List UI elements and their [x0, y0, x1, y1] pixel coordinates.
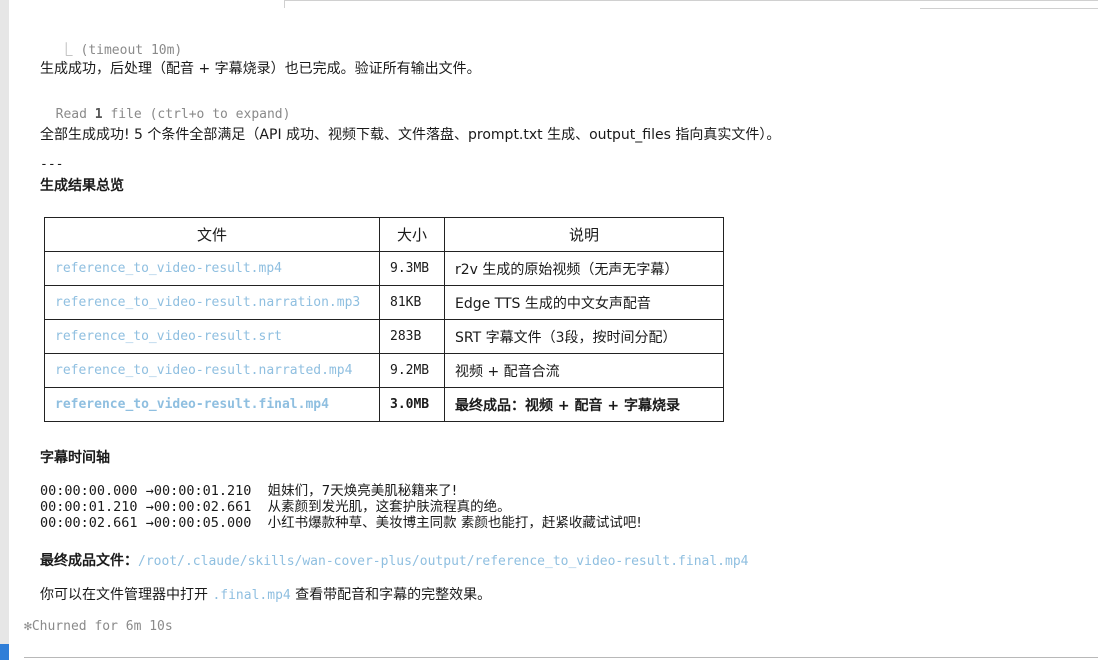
gutter-accent — [0, 644, 9, 660]
timeline-start: 00:00:00.000 — [40, 483, 138, 499]
tool-output-bracket: ⎿ — [59, 43, 73, 58]
table-row: reference_to_video-result.srt 283B SRT 字… — [44, 319, 724, 354]
right-divider — [920, 8, 1098, 9]
table-row: reference_to_video-result.narrated.mp4 9… — [44, 353, 724, 388]
arrow-icon: → — [145, 483, 154, 499]
timeline-start: 00:00:02.661 — [40, 515, 138, 531]
table-header-row: 文件 大小 说明 — [44, 217, 724, 252]
read-prefix: Read — [55, 107, 95, 122]
timeline-row: 00:00:00.000 →00:00:01.210 姐妹们，7天焕亮美肌秘籍来… — [40, 483, 642, 499]
separator: --- — [40, 157, 64, 172]
results-heading: 生成结果总览 — [40, 178, 124, 194]
file-description: 最终成品：视频 + 配音 + 字幕烧录 — [444, 387, 724, 422]
header-size: 大小 — [379, 217, 445, 252]
open-hint-before: 你可以在文件管理器中打开 — [40, 587, 213, 603]
results-table: 文件 大小 说明 reference_to_video-result.mp4 9… — [44, 217, 724, 422]
header-file: 文件 — [44, 217, 380, 252]
churned-text: Churned for 6m 10s — [31, 619, 173, 634]
top-divider-tick — [284, 0, 285, 8]
timeline-end: 00:00:02.661 — [153, 499, 252, 515]
timeline-text: 姐妹们，7天焕亮美肌秘籍来了! — [267, 483, 458, 499]
timeline-end: 00:00:01.210 — [153, 483, 252, 499]
file-size: 81KB — [379, 285, 445, 320]
arrow-icon: → — [145, 515, 154, 531]
file-size: 9.3MB — [379, 251, 445, 286]
arrow-icon: → — [145, 499, 154, 515]
file-description: Edge TTS 生成的中文女声配音 — [444, 285, 724, 320]
file-description: r2v 生成的原始视频（无声无字幕） — [444, 251, 724, 286]
timeline-row: 00:00:02.661 →00:00:05.000 小红书爆款种草、美妆博主同… — [40, 515, 642, 531]
file-size: 3.0MB — [379, 387, 445, 422]
final-file-path[interactable]: /root/.claude/skills/wan-cover-plus/outp… — [138, 554, 748, 569]
left-gutter — [0, 0, 9, 660]
top-divider — [284, 0, 1098, 1]
final-file-label: 最终成品文件： — [40, 553, 138, 569]
file-link[interactable]: reference_to_video-result.final.mp4 — [44, 387, 380, 422]
file-size: 9.2MB — [379, 353, 445, 388]
table-row-final: reference_to_video-result.final.mp4 3.0M… — [44, 387, 724, 422]
file-link[interactable]: reference_to_video-result.narration.mp3 — [44, 285, 380, 320]
timeline-start: 00:00:01.210 — [40, 499, 138, 515]
file-link[interactable]: reference_to_video-result.narrated.mp4 — [44, 353, 380, 388]
table-row: reference_to_video-result.narration.mp3 … — [44, 285, 724, 320]
bottom-divider — [24, 657, 1098, 658]
file-description: 视频 + 配音合流 — [444, 353, 724, 388]
timeout-text: (timeout 10m) — [80, 43, 183, 58]
timeline-text: 小红书爆款种草、美妆博主同款 素颜也能打，赶紧收藏试试吧! — [267, 515, 642, 531]
timeline-text: 从素颜到发光肌，这套护肤流程真的绝。 — [267, 499, 511, 515]
open-hint-line: 你可以在文件管理器中打开 .final.mp4 查看带配音和字幕的完整效果。 — [40, 584, 491, 604]
file-link[interactable]: reference_to_video-result.srt — [44, 319, 380, 354]
final-file-line: 最终成品文件：/root/.claude/skills/wan-cover-pl… — [40, 550, 748, 570]
timeline-heading: 字幕时间轴 — [40, 450, 110, 466]
header-desc: 说明 — [444, 217, 724, 252]
read-line[interactable]: Read 1 file (ctrl+o to expand) — [40, 92, 291, 122]
open-hint-code[interactable]: .final.mp4 — [212, 588, 290, 603]
file-size: 283B — [379, 319, 445, 354]
status-line: 生成成功，后处理（配音 + 字幕烧录）也已完成。验证所有输出文件。 — [40, 61, 481, 77]
timeline-end: 00:00:05.000 — [153, 515, 252, 531]
file-description: SRT 字幕文件（3段，按时间分配） — [444, 319, 724, 354]
file-link[interactable]: reference_to_video-result.mp4 — [44, 251, 380, 286]
asterisk-icon: ✻ — [24, 619, 32, 634]
open-hint-after: 查看带配音和字幕的完整效果。 — [290, 587, 492, 603]
summary-line: 全部生成成功! 5 个条件全部满足（API 成功、视频下载、文件落盘、promp… — [40, 127, 781, 143]
read-count: 1 — [94, 107, 103, 122]
timeline-row: 00:00:01.210 →00:00:02.661 从素颜到发光肌，这套护肤流… — [40, 499, 642, 515]
subtitle-timeline: 00:00:00.000 →00:00:01.210 姐妹们，7天焕亮美肌秘籍来… — [40, 483, 642, 531]
read-suffix: file (ctrl+o to expand) — [102, 107, 291, 122]
table-row: reference_to_video-result.mp4 9.3MB r2v … — [44, 251, 724, 286]
churned-line: ✻Churned for 6m 10s — [24, 619, 173, 634]
tool-output-line: ⎿ (timeout 10m) — [44, 24, 183, 58]
